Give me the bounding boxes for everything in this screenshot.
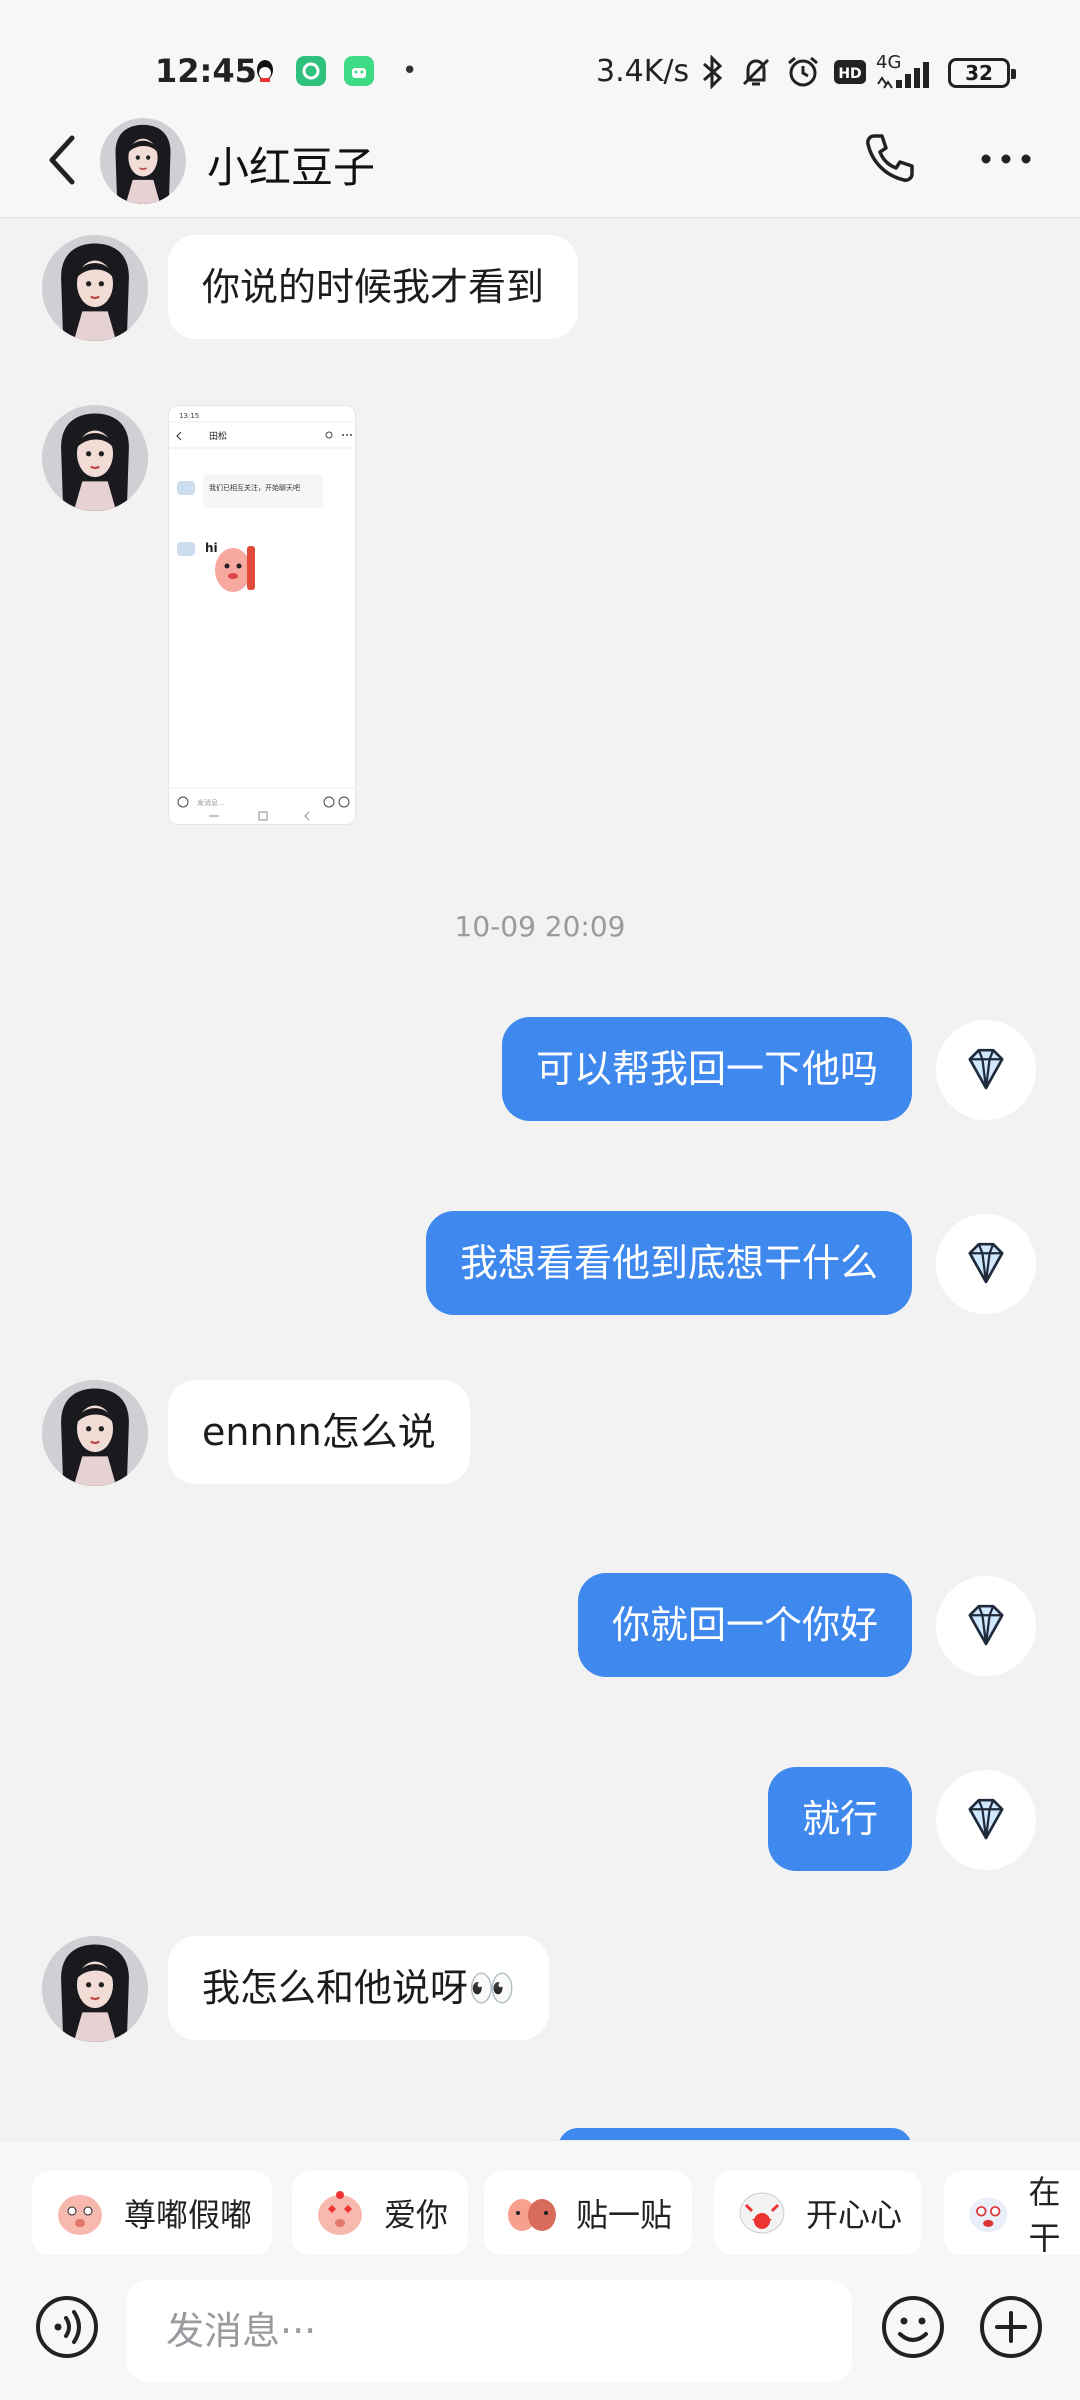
alarm-icon [788,56,818,87]
self-avatar[interactable] [936,1020,1036,1120]
message-bubble-outgoing[interactable]: 就行 [767,1767,912,1871]
status-time: 12:45 [155,52,257,90]
sticker-chip[interactable]: 贴一贴 [484,2171,693,2255]
more-dots-icon[interactable] [976,144,1036,174]
thumb-sticker-text: hi [205,541,218,555]
network-speed: 3.4K/s [596,54,690,89]
contact-avatar-message[interactable] [42,1936,148,2042]
input-bar: 发消息··· [0,2280,1080,2400]
voice-icon[interactable] [34,2294,100,2360]
hd-icon: HD [834,60,866,84]
hug-sticker-icon [508,2199,556,2231]
sticker-label: 开心心 [806,2196,903,2234]
sticker-chip[interactable]: 开心心 [714,2171,923,2255]
battery-indicator: 32 [948,58,1016,88]
thumb-time: 13:15 [179,412,199,420]
self-avatar[interactable] [936,1770,1036,1870]
sticker-chip[interactable]: 在干 [944,2171,1080,2257]
pig-sticker-icon [58,2195,102,2235]
plus-icon[interactable] [978,2294,1044,2360]
sticker-label: 在干 [1028,2173,1061,2257]
contact-avatar[interactable] [100,118,186,204]
diamond-icon [968,1242,1004,1284]
app-icon [296,56,326,86]
message-bubble-outgoing[interactable]: 你就回一个你好 [577,1573,912,1677]
happy-sticker-icon [739,2192,785,2234]
phone-icon[interactable] [860,128,920,188]
message-bubble-outgoing[interactable]: 我想看看他到底想干什么 [425,1211,912,1315]
thumb-title: 田松 [209,430,227,442]
contact-avatar-message[interactable] [42,235,148,341]
message-bubble-incoming[interactable]: ennnn怎么说 [168,1380,470,1484]
diamond-icon [968,1048,1004,1090]
thumb-system-text: 我们已相互关注，开始聊天吧 [209,483,300,492]
self-avatar[interactable] [936,1576,1036,1676]
sticker-chip[interactable]: 爱你 [292,2171,469,2255]
contact-avatar-message[interactable] [42,1380,148,1486]
curious-sticker-icon [969,2197,1008,2233]
diamond-icon [968,1604,1004,1646]
contact-avatar-message[interactable] [42,405,148,511]
sticker-label: 尊嘟假嘟 [124,2196,253,2234]
message-bubble-outgoing[interactable]: 可以帮我回一下他吗 [501,1017,912,1121]
bluetooth-icon [703,54,723,90]
image-message[interactable]: 13:15 田松 我们已相互关注，开始聊天吧 hi 发消息... [168,405,356,825]
signal-icon [877,62,929,89]
thumb-input: 发消息... [197,798,225,807]
chat-header: 小红豆子 [0,100,1080,218]
chat-timestamp: 10-09 20:09 [454,910,626,943]
message-input[interactable]: 发消息··· [126,2280,852,2382]
sticker-label: 爱你 [384,2196,449,2234]
message-bubble-incoming[interactable]: 我怎么和他说呀👀 [168,1936,550,2040]
sticker-suggestion-bar: 尊嘟假嘟 爱你 贴一贴 开心心 在干 [0,2140,1080,2280]
emoji-icon[interactable] [880,2294,946,2360]
contact-name[interactable]: 小红豆子 [207,134,375,195]
back-arrow-icon[interactable] [40,130,86,190]
sticker-label: 贴一贴 [576,2196,673,2234]
android-icon [344,56,374,86]
sticker-chip[interactable]: 尊嘟假嘟 [32,2171,273,2255]
status-dot: • [402,56,418,86]
pig-love-sticker-icon [318,2191,362,2235]
self-avatar[interactable] [936,1214,1036,1314]
svg-text:HD: HD [838,66,861,82]
message-bubble-incoming[interactable]: 你说的时候我才看到 [168,235,579,339]
mute-bell-icon [742,58,770,86]
qq-icon [257,60,273,82]
diamond-icon [968,1798,1004,1840]
